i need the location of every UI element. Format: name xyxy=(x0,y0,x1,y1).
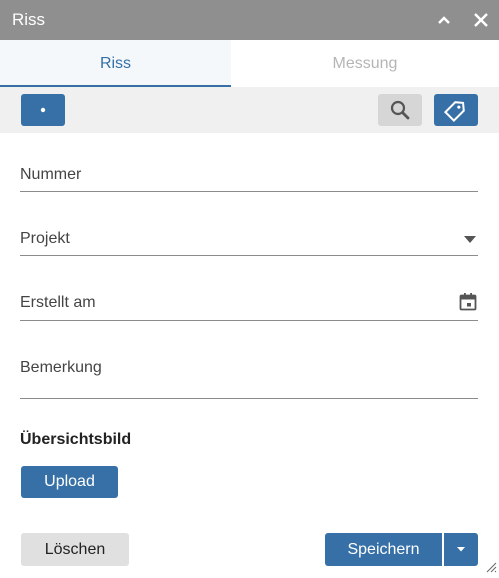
upload-button[interactable]: Upload xyxy=(21,466,118,498)
bemerkung-field[interactable]: Bemerkung xyxy=(20,351,478,399)
collapse-button[interactable] xyxy=(432,8,456,32)
erstellt-am-field[interactable]: Erstellt am xyxy=(20,286,478,321)
resize-grip-icon xyxy=(486,562,497,573)
bemerkung-label: Bemerkung xyxy=(20,359,102,376)
calendar-icon[interactable] xyxy=(458,292,478,317)
search-icon xyxy=(390,100,410,120)
window-title: Riss xyxy=(12,10,46,29)
chevron-down-icon xyxy=(457,547,465,552)
projekt-select[interactable]: Projekt xyxy=(20,222,478,256)
point-button[interactable] xyxy=(21,94,65,126)
close-button[interactable] xyxy=(469,8,493,32)
tab-bar: Riss Messung xyxy=(0,40,499,87)
uebersichtsbild-heading: Übersichtsbild xyxy=(20,431,132,448)
search-button[interactable] xyxy=(378,94,422,126)
dropdown-arrow-icon[interactable] xyxy=(462,232,478,250)
save-button[interactable]: Speichern xyxy=(325,533,442,566)
toolbar xyxy=(0,87,499,133)
delete-button[interactable]: Löschen xyxy=(21,533,129,566)
erstellt-am-label: Erstellt am xyxy=(20,294,96,311)
nummer-label: Nummer xyxy=(20,166,82,183)
save-options-button[interactable] xyxy=(444,533,478,566)
projekt-label: Projekt xyxy=(20,230,70,247)
chevron-up-icon xyxy=(438,16,450,24)
dot-icon xyxy=(40,107,46,113)
tag-button[interactable] xyxy=(434,94,478,126)
tag-icon xyxy=(443,101,465,123)
tab-messung[interactable]: Messung xyxy=(231,40,499,87)
nummer-field[interactable]: Nummer xyxy=(20,158,478,192)
tab-riss[interactable]: Riss xyxy=(0,40,231,87)
window-titlebar: Riss xyxy=(0,0,499,40)
resize-grip[interactable] xyxy=(485,560,497,573)
close-icon xyxy=(474,13,488,27)
